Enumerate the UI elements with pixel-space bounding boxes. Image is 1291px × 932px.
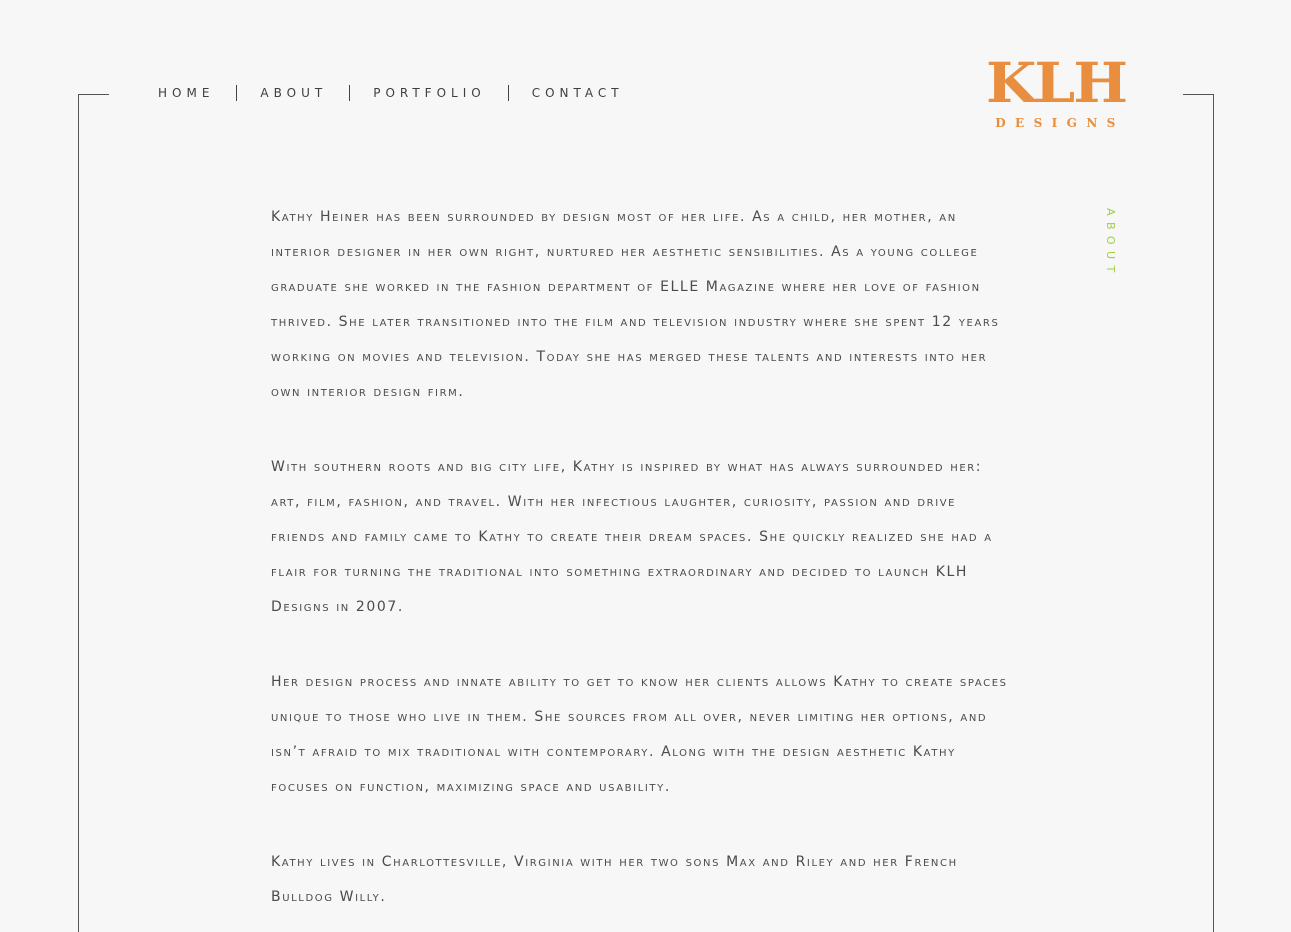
nav-separator xyxy=(236,85,238,101)
site-logo[interactable]: KLH DESIGNS xyxy=(986,50,1128,130)
about-paragraph: Her design process and innate ability to… xyxy=(271,674,1008,795)
about-content: Kathy Heiner has been surrounded by desi… xyxy=(271,200,1016,932)
about-paragraph: Kathy Heiner has been surrounded by desi… xyxy=(271,209,1000,400)
nav-link-contact[interactable]: CONTACT xyxy=(532,84,624,102)
about-paragraph: Kathy lives in Charlottesville, Virginia… xyxy=(271,854,958,905)
main-navigation: HOME ABOUT PORTFOLIO CONTACT xyxy=(158,84,624,102)
nav-link-portfolio[interactable]: PORTFOLIO xyxy=(373,84,486,102)
logo-tagline: DESIGNS xyxy=(995,116,1125,130)
frame-line-right xyxy=(1213,94,1214,932)
frame-line-left xyxy=(78,94,79,932)
section-label: ABOUT xyxy=(1104,208,1117,279)
logo-wordmark: KLH xyxy=(986,50,1128,116)
about-paragraph: With southern roots and big city life, K… xyxy=(271,459,993,615)
frame-line-left-top xyxy=(78,94,109,95)
nav-separator xyxy=(349,85,351,101)
nav-link-about[interactable]: ABOUT xyxy=(260,84,327,102)
nav-separator xyxy=(507,85,509,101)
frame-line-right-top xyxy=(1183,94,1214,95)
nav-link-home[interactable]: HOME xyxy=(158,84,214,102)
